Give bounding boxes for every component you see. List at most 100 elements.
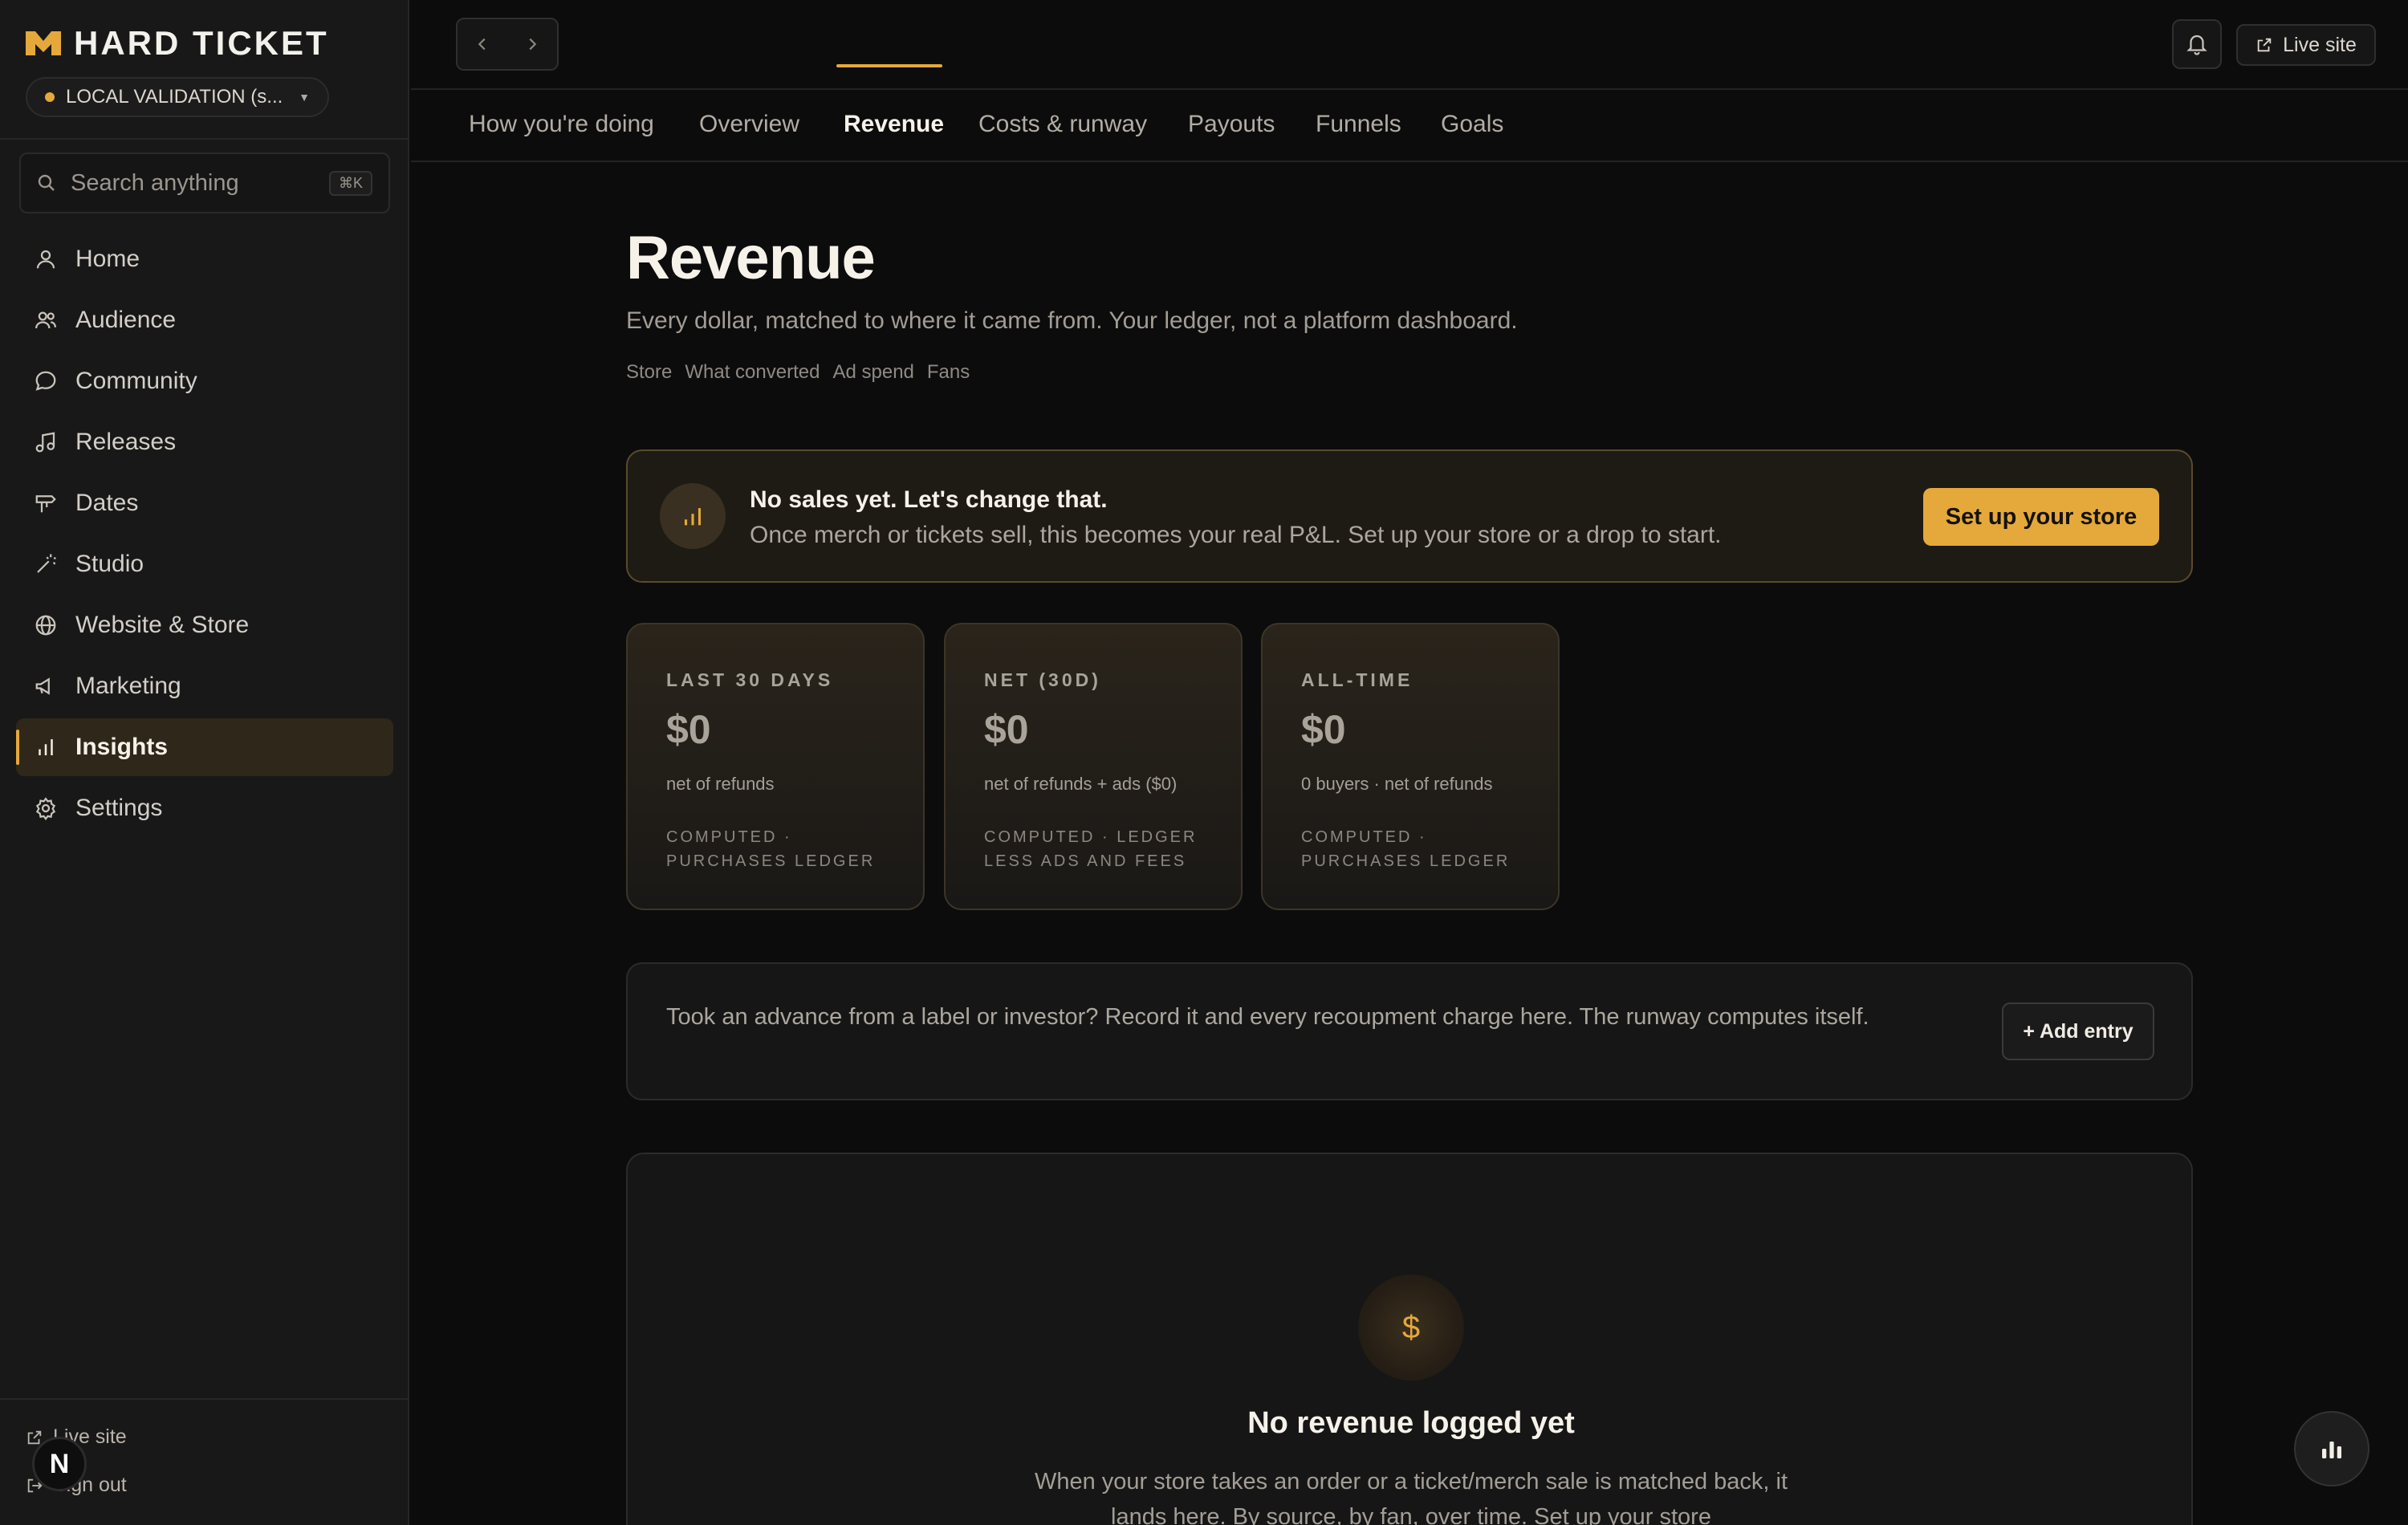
tab-how-youre-doing[interactable]: How you're doing xyxy=(469,111,654,138)
sidebar-item-label: Releases xyxy=(75,429,177,455)
kpi-label: NET (30D) xyxy=(984,669,1101,690)
external-link-icon xyxy=(2255,36,2273,54)
notifications-button[interactable] xyxy=(2172,19,2222,69)
tab-funnels[interactable]: Funnels xyxy=(1316,111,1401,138)
dollar-icon: $ xyxy=(1358,1275,1464,1381)
banner-text: Once merch or tickets sell, this becomes… xyxy=(750,522,1722,548)
sidebar-item-settings[interactable]: Settings xyxy=(16,779,393,837)
section-link-what-converted[interactable]: What converted xyxy=(685,361,820,384)
history-nav xyxy=(456,18,559,71)
user-icon xyxy=(34,247,58,271)
tab-revenue[interactable]: Revenue xyxy=(844,111,944,138)
sidebar-item-label: Community xyxy=(75,368,197,394)
banner-title: No sales yet. Let's change that. xyxy=(750,486,1108,513)
sidebar-item-studio[interactable]: Studio xyxy=(16,535,393,593)
sidebar-item-releases[interactable]: Releases xyxy=(16,413,393,471)
brand-name: HARD TICKET xyxy=(74,24,329,62)
kpi-card-net-30d: NET (30D) $0 net of refunds + ads ($0) C… xyxy=(944,623,1243,910)
section-link-store[interactable]: Store xyxy=(626,361,672,384)
bar-chart-icon xyxy=(34,735,58,759)
empty-state-text: When your store takes an order or a tick… xyxy=(1034,1469,1788,1525)
insights-tabs: How you're doing Overview Revenue Costs … xyxy=(411,92,2408,162)
signpost-icon xyxy=(34,491,58,515)
section-link-ad-spend[interactable]: Ad spend xyxy=(832,361,913,384)
divider xyxy=(0,138,409,140)
kpi-source: COMPUTED · PURCHASES LEDGER xyxy=(1301,828,1511,870)
divider xyxy=(0,1398,409,1400)
insights-fab-button[interactable] xyxy=(2294,1411,2369,1486)
sidebar-nav: Home Audience Community Releases Dates S… xyxy=(16,230,393,840)
sidebar: HARD TICKET LOCAL VALIDATION (s... ▼ Sea… xyxy=(0,0,409,1525)
bar-chart-icon xyxy=(660,483,726,549)
sidebar-item-label: Audience xyxy=(75,307,177,333)
page-title: Revenue xyxy=(626,224,876,292)
gear-icon xyxy=(34,796,58,820)
status-dot-icon xyxy=(45,92,55,102)
back-button[interactable] xyxy=(474,35,491,53)
avatar[interactable]: N xyxy=(32,1437,87,1491)
brand-mark-icon xyxy=(24,30,63,57)
page-subtitle: Every dollar, matched to where it came f… xyxy=(626,307,1518,334)
search-placeholder: Search anything xyxy=(71,169,239,196)
sidebar-item-label: Studio xyxy=(75,551,144,577)
search-icon xyxy=(37,173,56,193)
sidebar-item-community[interactable]: Community xyxy=(16,352,393,410)
sidebar-item-home[interactable]: Home xyxy=(16,230,393,288)
sidebar-item-label: Settings xyxy=(75,795,163,821)
sidebar-item-label: Website & Store xyxy=(75,612,250,638)
kpi-source: COMPUTED · PURCHASES LEDGER xyxy=(666,828,876,870)
users-icon xyxy=(34,308,58,332)
tab-costs-runway[interactable]: Costs & runway xyxy=(978,111,1147,138)
kpi-label: ALL-TIME xyxy=(1301,669,1413,690)
megaphone-icon xyxy=(34,674,58,698)
kpi-card-all-time: ALL-TIME $0 0 buyers · net of refunds CO… xyxy=(1261,623,1560,910)
advance-text: Took an advance from a label or investor… xyxy=(666,1004,1869,1030)
top-bar: Live site xyxy=(411,0,2408,90)
forward-button[interactable] xyxy=(523,35,541,53)
live-site-label: Live site xyxy=(2283,33,2357,56)
add-entry-button[interactable]: + Add entry xyxy=(2002,1002,2154,1060)
kpi-note: 0 buyers · net of refunds xyxy=(1301,774,1493,794)
no-sales-banner: No sales yet. Let's change that. Once me… xyxy=(626,449,2193,583)
sidebar-item-label: Dates xyxy=(75,490,139,516)
search-input[interactable]: Search anything ⌘K xyxy=(19,152,390,214)
sidebar-item-dates[interactable]: Dates xyxy=(16,474,393,532)
bar-chart-icon xyxy=(2317,1434,2346,1463)
advance-card: Took an advance from a label or investor… xyxy=(626,962,2193,1100)
tab-goals[interactable]: Goals xyxy=(1441,111,1503,138)
caret-down-icon: ▼ xyxy=(299,91,310,104)
sidebar-item-label: Insights xyxy=(75,734,169,760)
sidebar-item-marketing[interactable]: Marketing xyxy=(16,657,393,715)
kpi-value: $0 xyxy=(1301,707,1346,752)
active-tab-indicator xyxy=(836,64,942,67)
kpi-card-last-30-days: LAST 30 DAYS $0 net of refunds COMPUTED … xyxy=(626,623,925,910)
kpi-value: $0 xyxy=(984,707,1029,752)
tab-overview[interactable]: Overview xyxy=(699,111,799,138)
sidebar-item-label: Home xyxy=(75,246,140,272)
sidebar-item-website-store[interactable]: Website & Store xyxy=(16,596,393,654)
workspace-switcher[interactable]: LOCAL VALIDATION (s... ▼ xyxy=(26,77,329,117)
globe-icon xyxy=(34,613,58,637)
empty-state-title: No revenue logged yet xyxy=(1247,1406,1575,1440)
workspace-label: LOCAL VALIDATION (s... xyxy=(66,86,283,108)
bell-icon xyxy=(2185,32,2209,56)
chat-bubble-icon xyxy=(34,369,58,393)
kpi-value: $0 xyxy=(666,707,711,752)
search-shortcut: ⌘K xyxy=(328,170,372,196)
live-site-button[interactable]: Live site xyxy=(2236,24,2376,66)
magic-wand-icon xyxy=(34,552,58,576)
kpi-label: LAST 30 DAYS xyxy=(666,669,834,690)
section-link-fans[interactable]: Fans xyxy=(927,361,970,384)
set-up-store-button[interactable]: Set up your store xyxy=(1923,488,2159,546)
tab-payouts[interactable]: Payouts xyxy=(1188,111,1275,138)
kpi-note: net of refunds xyxy=(666,774,775,794)
empty-state-card: $ No revenue logged yet When your store … xyxy=(626,1153,2193,1525)
sidebar-item-audience[interactable]: Audience xyxy=(16,291,393,349)
music-note-icon xyxy=(34,430,58,454)
section-links: Store What converted Ad spend Fans xyxy=(626,361,970,384)
sidebar-item-insights[interactable]: Insights xyxy=(16,718,393,776)
brand-logo[interactable]: HARD TICKET xyxy=(24,24,329,63)
kpi-source: COMPUTED · LEDGER LESS ADS AND FEES xyxy=(984,828,1198,870)
kpi-note: net of refunds + ads ($0) xyxy=(984,774,1178,794)
sidebar-item-label: Marketing xyxy=(75,673,181,699)
